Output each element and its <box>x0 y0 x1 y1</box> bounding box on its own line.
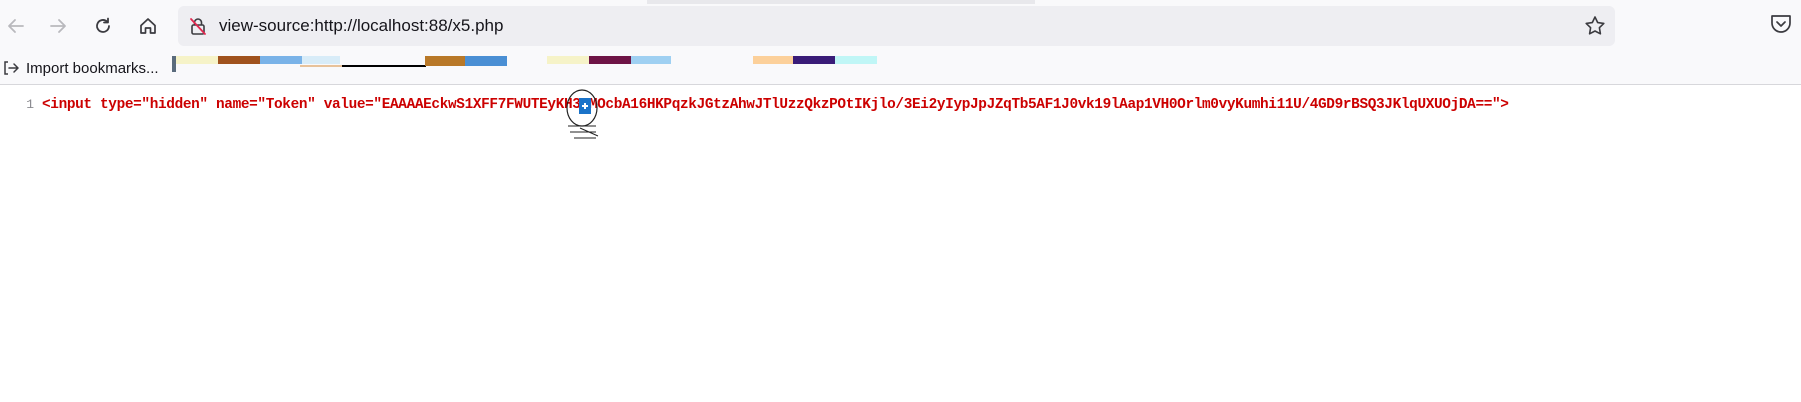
home-icon <box>140 18 156 34</box>
pocket-icon[interactable] <box>1769 12 1793 38</box>
insecure-lock-icon[interactable] <box>188 16 208 36</box>
redaction-block <box>302 56 340 64</box>
redaction-block <box>300 65 342 67</box>
url-text[interactable]: view-source:http://localhost:88/x5.php <box>219 6 503 46</box>
redaction-block <box>547 56 589 64</box>
home-button[interactable] <box>132 10 164 42</box>
redaction-block <box>589 56 631 64</box>
bookmark-star-icon[interactable] <box>1583 14 1607 38</box>
back-button[interactable] <box>0 10 32 42</box>
redaction-block <box>218 56 260 64</box>
line-number: 1 <box>26 97 34 112</box>
redaction-block <box>753 56 793 64</box>
reload-button[interactable] <box>87 10 119 42</box>
import-icon <box>4 61 19 75</box>
redaction-block <box>465 56 507 66</box>
forward-arrow-icon <box>50 19 66 33</box>
tab-strip-edge <box>647 0 1035 4</box>
bookmarks-toolbar: Import bookmarks... <box>0 52 1801 85</box>
import-bookmarks-label: Import bookmarks... <box>26 59 159 77</box>
redaction-block <box>176 56 218 64</box>
page-source-view: 1 <input type="hidden" name="Token" value… <box>0 85 1801 402</box>
redaction-block <box>835 56 877 64</box>
redaction-block <box>260 56 302 64</box>
redaction-block <box>793 56 835 64</box>
source-line: 1 <input type="hidden" name="Token" value… <box>0 95 1509 115</box>
forward-button[interactable] <box>42 10 74 42</box>
redaction-block <box>631 56 671 64</box>
import-bookmarks-item[interactable]: Import bookmarks... <box>0 52 159 84</box>
source-code-text[interactable]: <input type="hidden" name="Token" value=… <box>42 97 1509 113</box>
redaction-block <box>425 56 465 66</box>
url-bar[interactable]: view-source:http://localhost:88/x5.php <box>178 6 1615 46</box>
redaction-block <box>342 65 426 67</box>
browser-toolbar: view-source:http://localhost:88/x5.php <box>0 0 1801 52</box>
mouse-cursor-icon <box>566 89 599 139</box>
back-arrow-icon <box>8 19 24 33</box>
reload-icon <box>96 17 110 33</box>
